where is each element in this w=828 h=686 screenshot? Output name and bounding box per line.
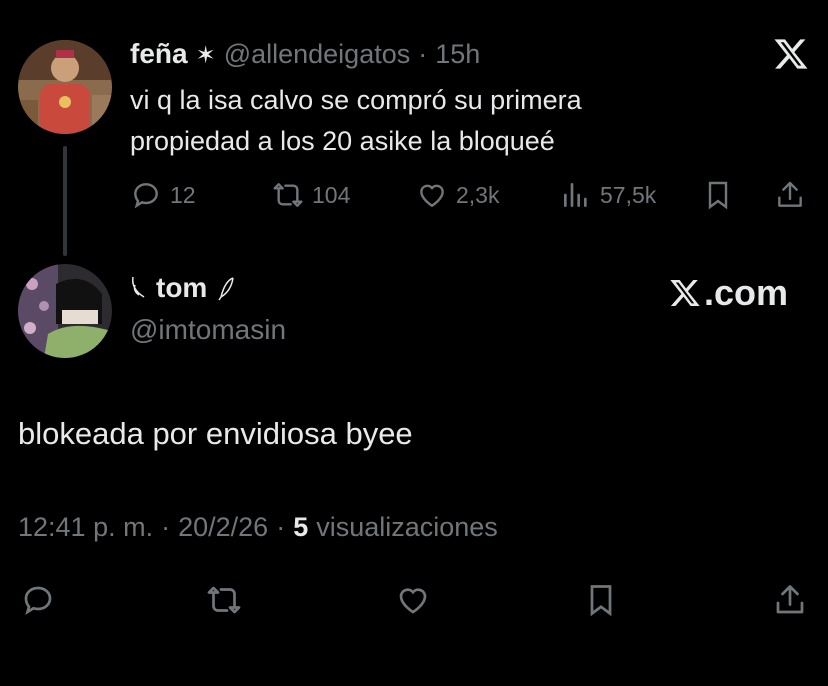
quoted-like-action[interactable]: 2,3k [416,179,499,211]
brand-domain: .com [704,272,789,313]
meta-dot: · [161,512,171,542]
repost-icon [273,183,303,207]
main-display-name[interactable]: tom [156,272,207,304]
quoted-handle[interactable]: @allendeigatos [224,39,411,70]
share-button[interactable] [772,582,808,623]
quoted-text-line1: vi q la isa calvo se compró su primera [130,85,582,115]
main-text: blokeada por envidiosa byee [18,416,413,451]
quoted-header: feña ✶ @allendeigatos · 15h [130,38,480,70]
quoted-age[interactable]: 15h [435,39,480,70]
reply-icon [134,183,158,209]
quoted-bookmark-action[interactable] [702,179,734,211]
main-date[interactable]: 20/2/26 [178,512,268,543]
leaf-icon [218,277,235,301]
quoted-repost-action[interactable]: 104 [272,179,350,211]
quoted-display-name[interactable]: feña [130,38,188,70]
bookmark-button[interactable] [583,582,619,623]
share-icon [776,585,804,614]
repost-icon [207,586,241,614]
thread-line [63,146,67,256]
meta-dot: · [276,512,286,542]
main-time[interactable]: 12:41 p. m. [18,512,153,543]
share-icon [778,181,802,207]
x-logo-icon [670,280,700,306]
bookmark-icon [708,181,728,210]
quoted-reply-action[interactable]: 12 [130,179,196,211]
like-icon [399,588,427,614]
like-icon [420,184,444,208]
main-meta: 12:41 p. m. · 20/2/26 · 5 visualizacione… [18,512,498,543]
avatar-tom-image [18,264,112,358]
quoted-repost-count: 104 [312,181,351,208]
main-views-count: 5 [293,512,309,542]
reply-icon [24,586,52,616]
quoted-share-action[interactable] [774,179,806,211]
star-icon: ✶ [195,42,216,69]
main-header-name-row: tom [130,272,235,304]
avatar-fena[interactable] [18,40,112,134]
quoted-like-count: 2,3k [456,181,500,208]
views-icon [564,183,587,207]
repost-button[interactable] [206,582,242,623]
main-views-label: visualizaciones [316,512,498,542]
avatar-tom[interactable] [18,264,112,358]
leaf-icon [131,276,145,298]
avatar-fena-image [18,40,112,134]
quoted-text: vi q la isa calvo se compró su primera p… [130,80,582,162]
reply-button[interactable] [20,582,56,623]
quoted-text-line2: propiedad a los 20 asike la bloqueé [130,126,555,156]
brand-logo: .com [668,272,788,314]
quoted-reply-count: 12 [170,181,196,208]
quoted-views-action[interactable]: 57,5k [560,179,656,211]
main-handle[interactable]: @imtomasin [130,314,286,346]
quoted-views-count: 57,5k [600,181,657,208]
like-button[interactable] [395,582,431,623]
x-logo-icon[interactable] [772,36,810,72]
bookmark-icon [590,585,612,617]
quoted-separator: · [418,39,428,69]
